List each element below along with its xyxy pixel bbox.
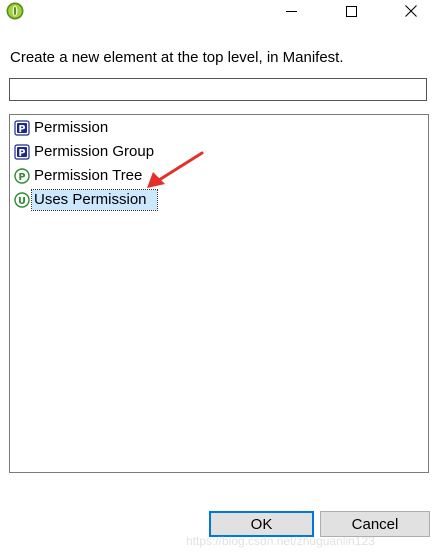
list-item-label: Permission (34, 119, 109, 136)
android-eclipse-icon (6, 2, 24, 20)
p-circle-icon: P (14, 168, 30, 184)
minimize-icon (285, 6, 297, 17)
ok-button[interactable]: OK (209, 511, 314, 537)
minimize-button[interactable] (268, 0, 314, 22)
p-square-icon: P (14, 120, 30, 136)
list-item-label: Uses Permission (31, 189, 158, 211)
svg-text:U: U (18, 196, 26, 207)
svg-text:P: P (19, 148, 26, 159)
close-icon (405, 5, 417, 17)
cancel-button[interactable]: Cancel (320, 511, 430, 537)
u-circle-icon: U (14, 192, 30, 208)
list-item-label: Permission Group (34, 143, 155, 160)
maximize-button[interactable] (328, 0, 374, 22)
list-item-permission-tree[interactable]: P Permission Tree (14, 165, 144, 187)
maximize-icon (345, 5, 357, 17)
title-bar (0, 0, 441, 22)
list-item-label: Permission Tree (34, 167, 143, 184)
list-item-permission[interactable]: P Permission (14, 117, 110, 139)
p-square-icon: P (14, 144, 30, 160)
element-list[interactable]: P Permission P Permission Group P Permis… (9, 114, 429, 473)
list-item-permission-group[interactable]: P Permission Group (14, 141, 156, 163)
list-item-uses-permission[interactable]: U Uses Permission (14, 189, 158, 211)
dialog-prompt: Create a new element at the top level, i… (10, 49, 344, 66)
close-button[interactable] (388, 0, 434, 22)
filter-input[interactable] (9, 78, 427, 101)
svg-text:P: P (19, 124, 26, 135)
svg-text:P: P (19, 172, 26, 183)
